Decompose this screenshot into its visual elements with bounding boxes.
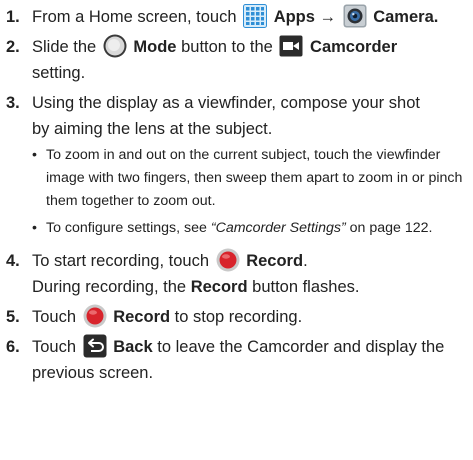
step-text: To start recording, touch Record. During… [32,248,465,300]
step-5-text-b: to stop recording. [174,308,303,326]
step-6-text-a: Touch [32,338,77,356]
step-1: 1. From a Home screen, touch Apps → Came… [6,4,465,30]
step-4-text-a: To start recording, touch [32,252,210,270]
record-label: Record [113,308,171,326]
record-button-icon [83,304,107,328]
step-5: 5. Touch Record to stop recording. [6,304,465,330]
apps-grid-icon [243,4,268,28]
step-number: 2. [6,38,20,56]
apps-label: Apps [273,8,315,26]
step-number: 1. [6,8,20,26]
bullet-symbol: • [32,220,37,236]
bullet-pre-text: To configure settings, see [46,220,207,236]
step-4-line-2: During recording, the Record button flas… [32,274,465,300]
step-1-text: From a Home screen, touch [32,8,237,26]
record-label-2: Record [190,278,248,296]
mode-toggle-icon [103,34,127,58]
camera-label: Camera. [373,8,439,26]
step-number: 4. [6,252,20,270]
step-text: Using the display as a viewfinder, compo… [32,90,465,244]
instruction-page: 1. From a Home screen, touch Apps → Came… [0,0,473,460]
bullet-settings: • To configure settings, see “Camcorder … [32,217,465,240]
step-3: 3. Using the display as a viewfinder, co… [6,90,465,244]
step-number: 3. [6,94,20,112]
camera-icon [343,4,367,28]
step-2-text-c: setting. [32,64,86,82]
back-label: Back [113,338,153,356]
step-4: 4. To start recording, touch Record. Dur… [6,248,465,300]
step-2-text-b: button to the [181,38,273,56]
mode-label: Mode [133,38,177,56]
step-2-text-a: Slide the [32,38,97,56]
bullet-text: To zoom in and out on the current subjec… [46,147,463,209]
step-3-line-1: Using the display as a viewfinder, compo… [32,94,420,112]
step-6: 6. Touch Back to leave the Camcorder and… [6,334,465,386]
bullet-text: To configure settings, see “Camcorder Se… [46,217,465,240]
bullet-post-text: on page 122. [349,220,433,236]
camcorder-label: Camcorder [310,38,398,56]
step-number: 6. [6,338,20,356]
camcorder-settings-link[interactable]: “Camcorder Settings” [211,220,346,236]
step-4-line-2a: During recording, the [32,278,187,296]
step-4-line-2c: button flashes. [252,278,360,296]
step-text: From a Home screen, touch Apps → Camera. [32,4,465,30]
camcorder-icon [279,34,303,58]
step-3-line-2: by aiming the lens at the subject. [32,120,273,138]
back-arrow-icon [83,334,107,358]
step-4-period: . [303,252,308,270]
step-text: Touch Record to stop recording. [32,304,465,330]
step-number: 5. [6,308,20,326]
step-5-text-a: Touch [32,308,77,326]
bullet-symbol: • [32,147,37,163]
bullet-zoom: • To zoom in and out on the current subj… [32,144,465,213]
step-2: 2. Slide the Mode button to the Camcorde… [6,34,465,86]
arrow-glyph: → [319,8,337,26]
step-text: Touch Back to leave the Camcorder and di… [32,334,465,386]
step-text: Slide the Mode button to the Camcorder s… [32,34,465,86]
record-label: Record [246,252,304,270]
record-button-icon [216,248,240,272]
